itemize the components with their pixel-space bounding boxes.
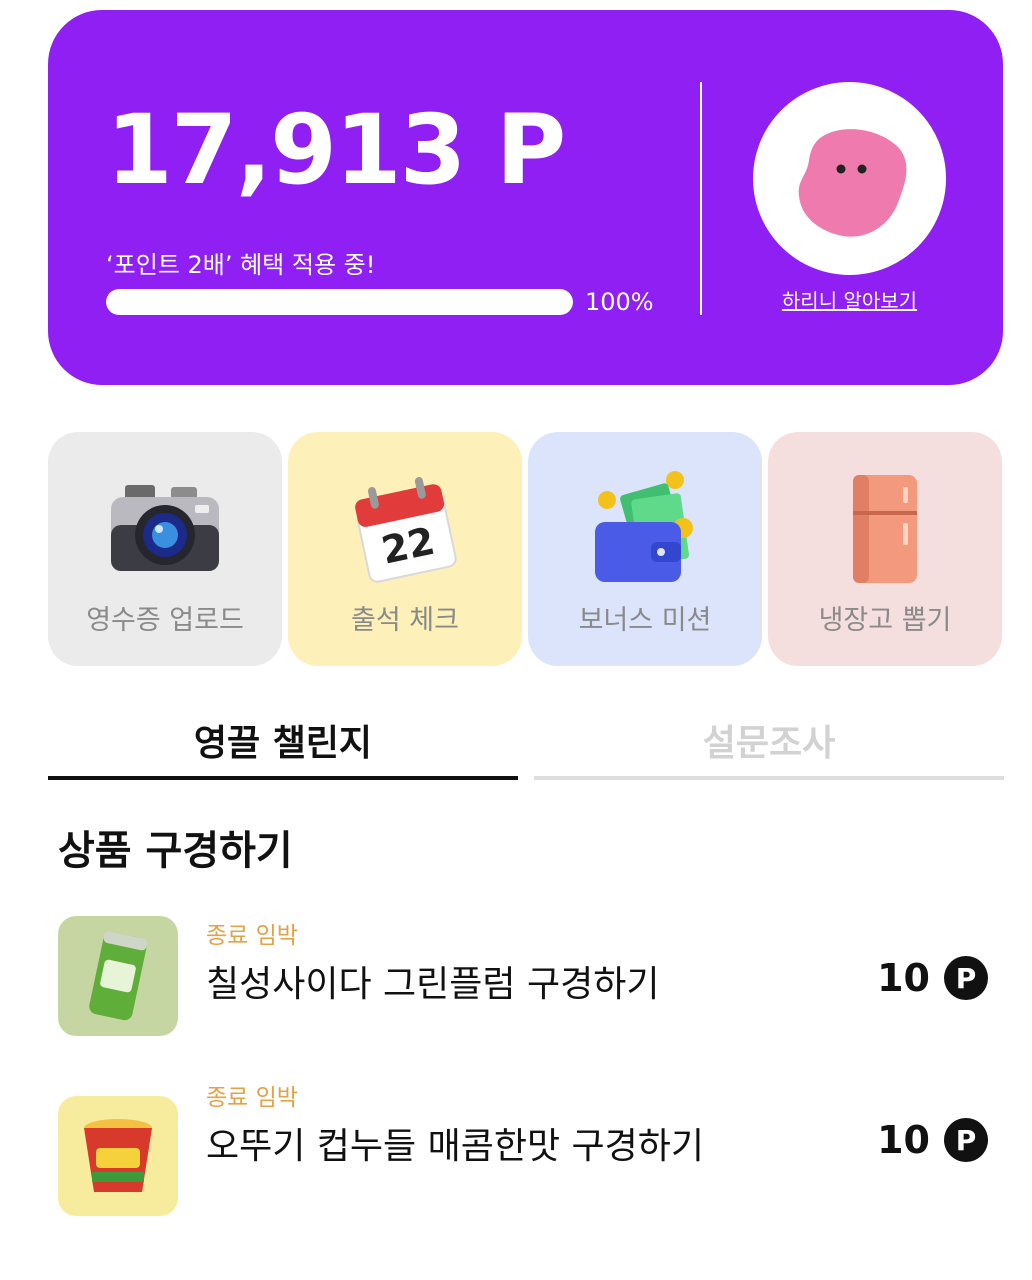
tab-underline: [48, 776, 518, 780]
product-status-badge: 종료 임박: [206, 923, 298, 949]
point-coin-icon: P: [944, 1118, 988, 1162]
product-thumbnail: [58, 1096, 178, 1216]
soda-can-icon: [89, 931, 148, 1021]
product-thumbnail: [58, 916, 178, 1036]
shortcut-attendance-check[interactable]: 22 출석 체크: [288, 432, 522, 666]
shortcut-receipt-upload[interactable]: 영수증 업로드: [48, 432, 282, 666]
point-coin-icon: P: [944, 956, 988, 1000]
reward-points-value: 10: [877, 1118, 930, 1162]
fridge-icon: [768, 470, 1002, 588]
points-card: 17,913 P ‘포인트 2배’ 혜택 적용 중! 100% 하리니 알아보기: [48, 10, 1003, 385]
product-status-badge: 종료 임박: [206, 1085, 298, 1111]
shortcut-label: 냉장고 뽑기: [818, 605, 952, 636]
calendar-icon: 22: [288, 470, 522, 588]
product-title: 오뚜기 컵누들 매콤한맛 구경하기: [206, 1126, 705, 1167]
card-divider: [700, 82, 702, 315]
wallet-icon: [528, 470, 762, 588]
app-screen: 17,913 P ‘포인트 2배’ 혜택 적용 중! 100% 하리니 알아보기: [0, 0, 1032, 1280]
reward-points-value: 10: [877, 956, 930, 1000]
benefit-progress-percent: 100%: [585, 288, 654, 316]
shortcut-fridge-draw[interactable]: 냉장고 뽑기: [768, 432, 1002, 666]
tab-challenge[interactable]: 영끌 챌린지: [48, 712, 518, 780]
shortcut-label: 영수증 업로드: [86, 605, 244, 636]
pink-blob-character-icon: [798, 128, 906, 237]
product-title: 칠성사이다 그린플럼 구경하기: [206, 964, 660, 1005]
tab-label: 영끌 챌린지: [193, 723, 373, 764]
product-item[interactable]: 종료 임박 오뚜기 컵누들 매콤한맛 구경하기 10 P: [58, 1078, 988, 1238]
cup-noodle-icon: [84, 1119, 152, 1192]
tab-survey[interactable]: 설문조사: [534, 712, 1004, 780]
section-title: 상품 구경하기: [58, 828, 293, 874]
benefit-status-text: ‘포인트 2배’ 혜택 적용 중!: [106, 251, 376, 279]
tab-label: 설문조사: [702, 723, 836, 764]
character-info-link[interactable]: 하리니 알아보기: [753, 285, 946, 314]
shortcut-label: 출석 체크: [351, 605, 459, 636]
points-balance: 17,913 P: [106, 94, 566, 206]
tab-underline: [534, 776, 1004, 780]
character-avatar[interactable]: [753, 82, 946, 275]
camera-icon: [48, 470, 282, 588]
product-item[interactable]: 종료 임박 칠성사이다 그린플럼 구경하기 10 P: [58, 916, 988, 1046]
benefit-progress-bar: [106, 289, 573, 315]
shortcut-bonus-mission[interactable]: 보너스 미션: [528, 432, 762, 666]
product-reward: 10 P: [877, 1118, 988, 1162]
product-reward: 10 P: [877, 956, 988, 1000]
benefit-progress-fill: [106, 289, 573, 315]
shortcut-label: 보너스 미션: [578, 605, 712, 636]
